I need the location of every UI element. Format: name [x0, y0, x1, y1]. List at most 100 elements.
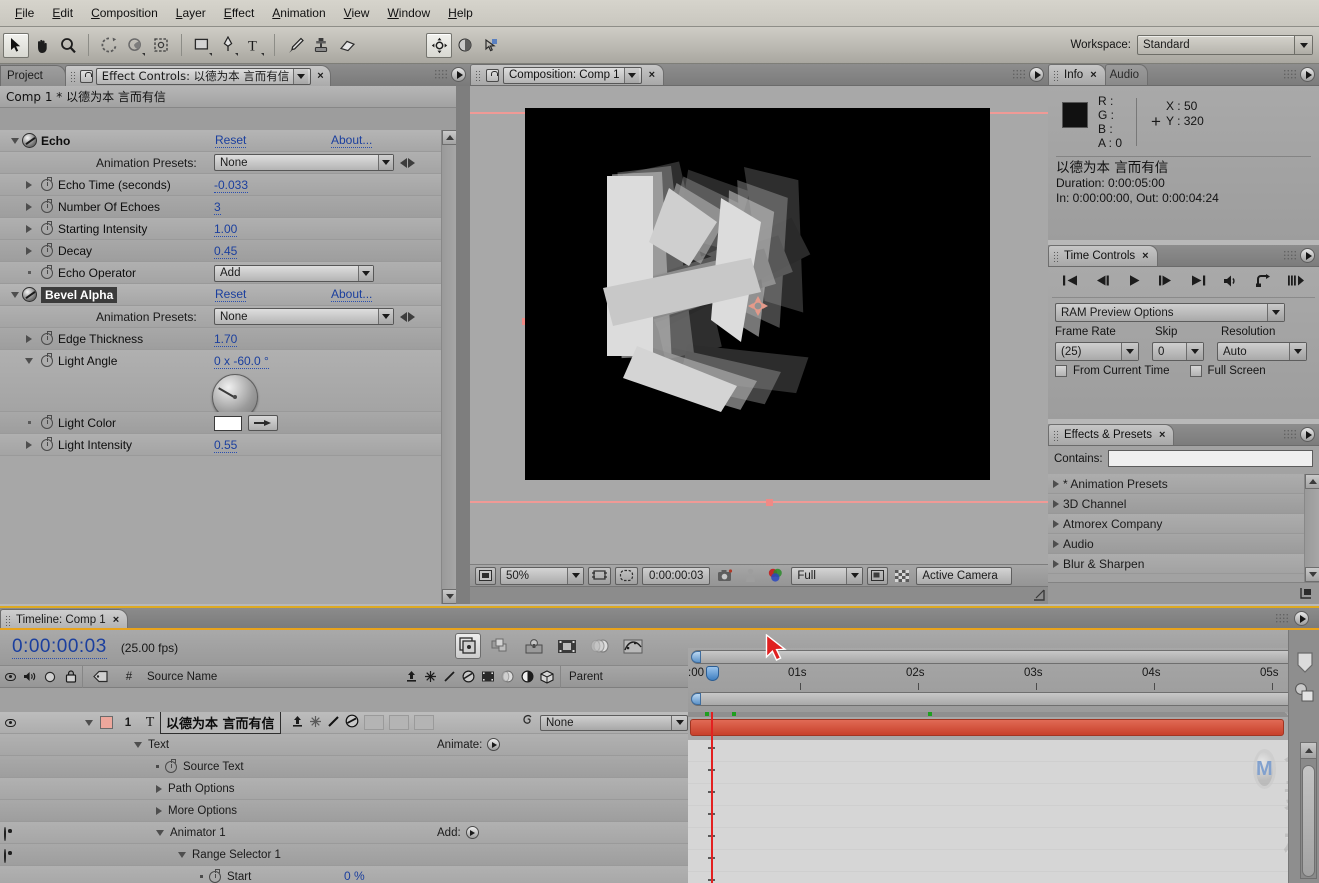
menu-item-animation[interactable]: Animation: [263, 4, 334, 22]
chevron-down-icon[interactable]: [1294, 36, 1312, 54]
twirl-right-icon[interactable]: [1053, 519, 1059, 528]
previous-preset-icon[interactable]: [400, 311, 407, 322]
resolution-select[interactable]: Auto: [1217, 342, 1307, 361]
twirl-down-icon[interactable]: [22, 358, 36, 364]
effect-name[interactable]: Echo: [41, 134, 70, 148]
stopwatch-icon[interactable]: [165, 758, 177, 773]
camera-view-select[interactable]: Active Camera: [916, 566, 1013, 585]
parent-select[interactable]: None: [540, 714, 688, 731]
composition-mini-flowchart-icon[interactable]: [455, 633, 481, 659]
panel-menu-button[interactable]: [1300, 427, 1315, 442]
region-preview-button[interactable]: [867, 566, 889, 585]
animation-presets-select[interactable]: None: [214, 154, 394, 171]
chevron-down-icon[interactable]: [293, 68, 309, 84]
list-item[interactable]: Text Animate:: [0, 734, 688, 756]
effect-controls-scrollbar[interactable]: [441, 130, 457, 604]
effects-preset-item[interactable]: Atmorex Company: [1048, 514, 1319, 534]
twirl-down-icon[interactable]: [134, 741, 142, 748]
twirl-down-icon[interactable]: [8, 291, 22, 298]
zoom-select[interactable]: 50%: [500, 566, 584, 585]
first-frame-button[interactable]: [1062, 274, 1079, 290]
lock-icon[interactable]: [79, 69, 93, 83]
anchor-point-tool[interactable]: [426, 32, 452, 58]
keyframe-marker[interactable]: [928, 712, 932, 716]
twirl-down-icon[interactable]: [178, 851, 186, 858]
effects-search-input[interactable]: [1107, 450, 1313, 467]
take-snapshot-icon[interactable]: [714, 567, 737, 585]
timeline-vertical-scrollbar[interactable]: [1300, 742, 1317, 879]
effect-header-row[interactable]: Echo Reset About...: [0, 130, 441, 152]
panel-menu-button[interactable]: [451, 67, 466, 82]
tab-timeline[interactable]: Timeline: Comp 1 ×: [0, 609, 129, 630]
effects-preset-item[interactable]: * Animation Presets: [1048, 474, 1319, 494]
puppet-pin-tool[interactable]: [478, 33, 504, 58]
layer-duration-bar[interactable]: [690, 719, 1284, 736]
panel-menu-button[interactable]: [1300, 67, 1315, 82]
stopwatch-icon[interactable]: [41, 198, 53, 213]
effect-controls-title-combo[interactable]: Effect Controls: 以德为本 言而有信: [95, 67, 312, 85]
twirl-right-icon[interactable]: [22, 224, 36, 233]
chevron-down-icon[interactable]: [1186, 343, 1203, 360]
timeline-ruler-band[interactable]: :00 01s 02s 03s 04s 05s: [688, 666, 1304, 692]
list-item[interactable]: More Options: [0, 800, 688, 822]
twirl-right-icon[interactable]: [156, 784, 162, 793]
toggle-mask-paths-button[interactable]: [615, 566, 638, 585]
stopwatch-icon[interactable]: [41, 330, 53, 345]
chevron-down-icon[interactable]: [1121, 343, 1138, 360]
effects-preset-item[interactable]: 3D Channel: [1048, 494, 1319, 514]
video-toggle-icon[interactable]: [4, 718, 16, 727]
list-item[interactable]: Animator 1 Add:: [0, 822, 688, 844]
pan-behind-tool[interactable]: [148, 33, 174, 58]
comp-marker-icon[interactable]: [1295, 652, 1315, 677]
tab-time-controls[interactable]: Time Controls ×: [1048, 245, 1158, 266]
stopwatch-icon[interactable]: [41, 220, 53, 235]
timeline-graph-area[interactable]: M 人人素材 与数码动画工作室 05:50: [688, 712, 1288, 883]
close-icon[interactable]: ×: [649, 69, 655, 81]
ram-preview-options-select[interactable]: RAM Preview Options: [1055, 303, 1285, 322]
skip-select[interactable]: 0: [1152, 342, 1204, 361]
composition-time-display[interactable]: 0:00:00:03: [642, 566, 711, 585]
twirl-down-icon[interactable]: [8, 137, 22, 144]
property-value[interactable]: 1.70: [214, 332, 238, 347]
adjustment-layer-switch[interactable]: [413, 715, 434, 730]
twirl-down-icon[interactable]: [85, 719, 93, 726]
property-value[interactable]: 0.45: [214, 244, 238, 259]
stopwatch-icon[interactable]: [41, 353, 53, 367]
chevron-down-icon[interactable]: [671, 715, 687, 730]
layer-source-name[interactable]: 以德为本 言而有信: [160, 712, 281, 734]
effect-about-link[interactable]: About...: [331, 133, 373, 148]
next-preset-icon[interactable]: [408, 157, 415, 168]
chevron-down-icon[interactable]: [567, 567, 583, 584]
twirl-right-icon[interactable]: [22, 334, 36, 343]
animate-menu-button[interactable]: [465, 826, 479, 839]
frame-blend-switch[interactable]: [363, 715, 384, 730]
list-item[interactable]: Path Options: [0, 778, 688, 800]
tab-effect-controls[interactable]: Effect Controls: 以德为本 言而有信 ×: [64, 65, 331, 86]
twirl-right-icon[interactable]: [1053, 559, 1059, 568]
menu-item-window[interactable]: Window: [378, 4, 439, 22]
property-visibility-icon[interactable]: [4, 827, 6, 841]
collapse-transform-switch-icon[interactable]: [309, 715, 322, 731]
stopwatch-icon[interactable]: [41, 264, 53, 279]
resize-grip-icon[interactable]: [1033, 589, 1045, 601]
shape-tool[interactable]: [189, 33, 215, 58]
draft-3d-icon[interactable]: [488, 633, 514, 659]
property-value[interactable]: -0.033: [214, 178, 249, 193]
stopwatch-icon[interactable]: [209, 868, 221, 883]
twirl-right-icon[interactable]: [22, 246, 36, 255]
frame-rate-select[interactable]: (25): [1055, 342, 1139, 361]
comp-flowchart-icon[interactable]: [1293, 682, 1315, 707]
effects-presets-scrollbar[interactable]: [1304, 474, 1319, 582]
orbit-camera-tool[interactable]: [122, 33, 148, 58]
twirl-down-icon[interactable]: [156, 829, 164, 836]
panel-menu-button[interactable]: [1294, 611, 1309, 626]
effect-reset-link[interactable]: Reset: [215, 287, 247, 302]
quality-switch-icon[interactable]: [327, 715, 340, 731]
effect-name[interactable]: Bevel Alpha: [41, 286, 118, 303]
property-value[interactable]: 0 x -60.0 °: [214, 354, 269, 369]
from-current-time-checkbox[interactable]: [1055, 365, 1067, 377]
stopwatch-icon[interactable]: [41, 176, 53, 191]
show-snapshot-icon[interactable]: [741, 567, 760, 585]
mask-feather-tool[interactable]: [452, 33, 478, 58]
always-preview-button[interactable]: [475, 566, 496, 585]
